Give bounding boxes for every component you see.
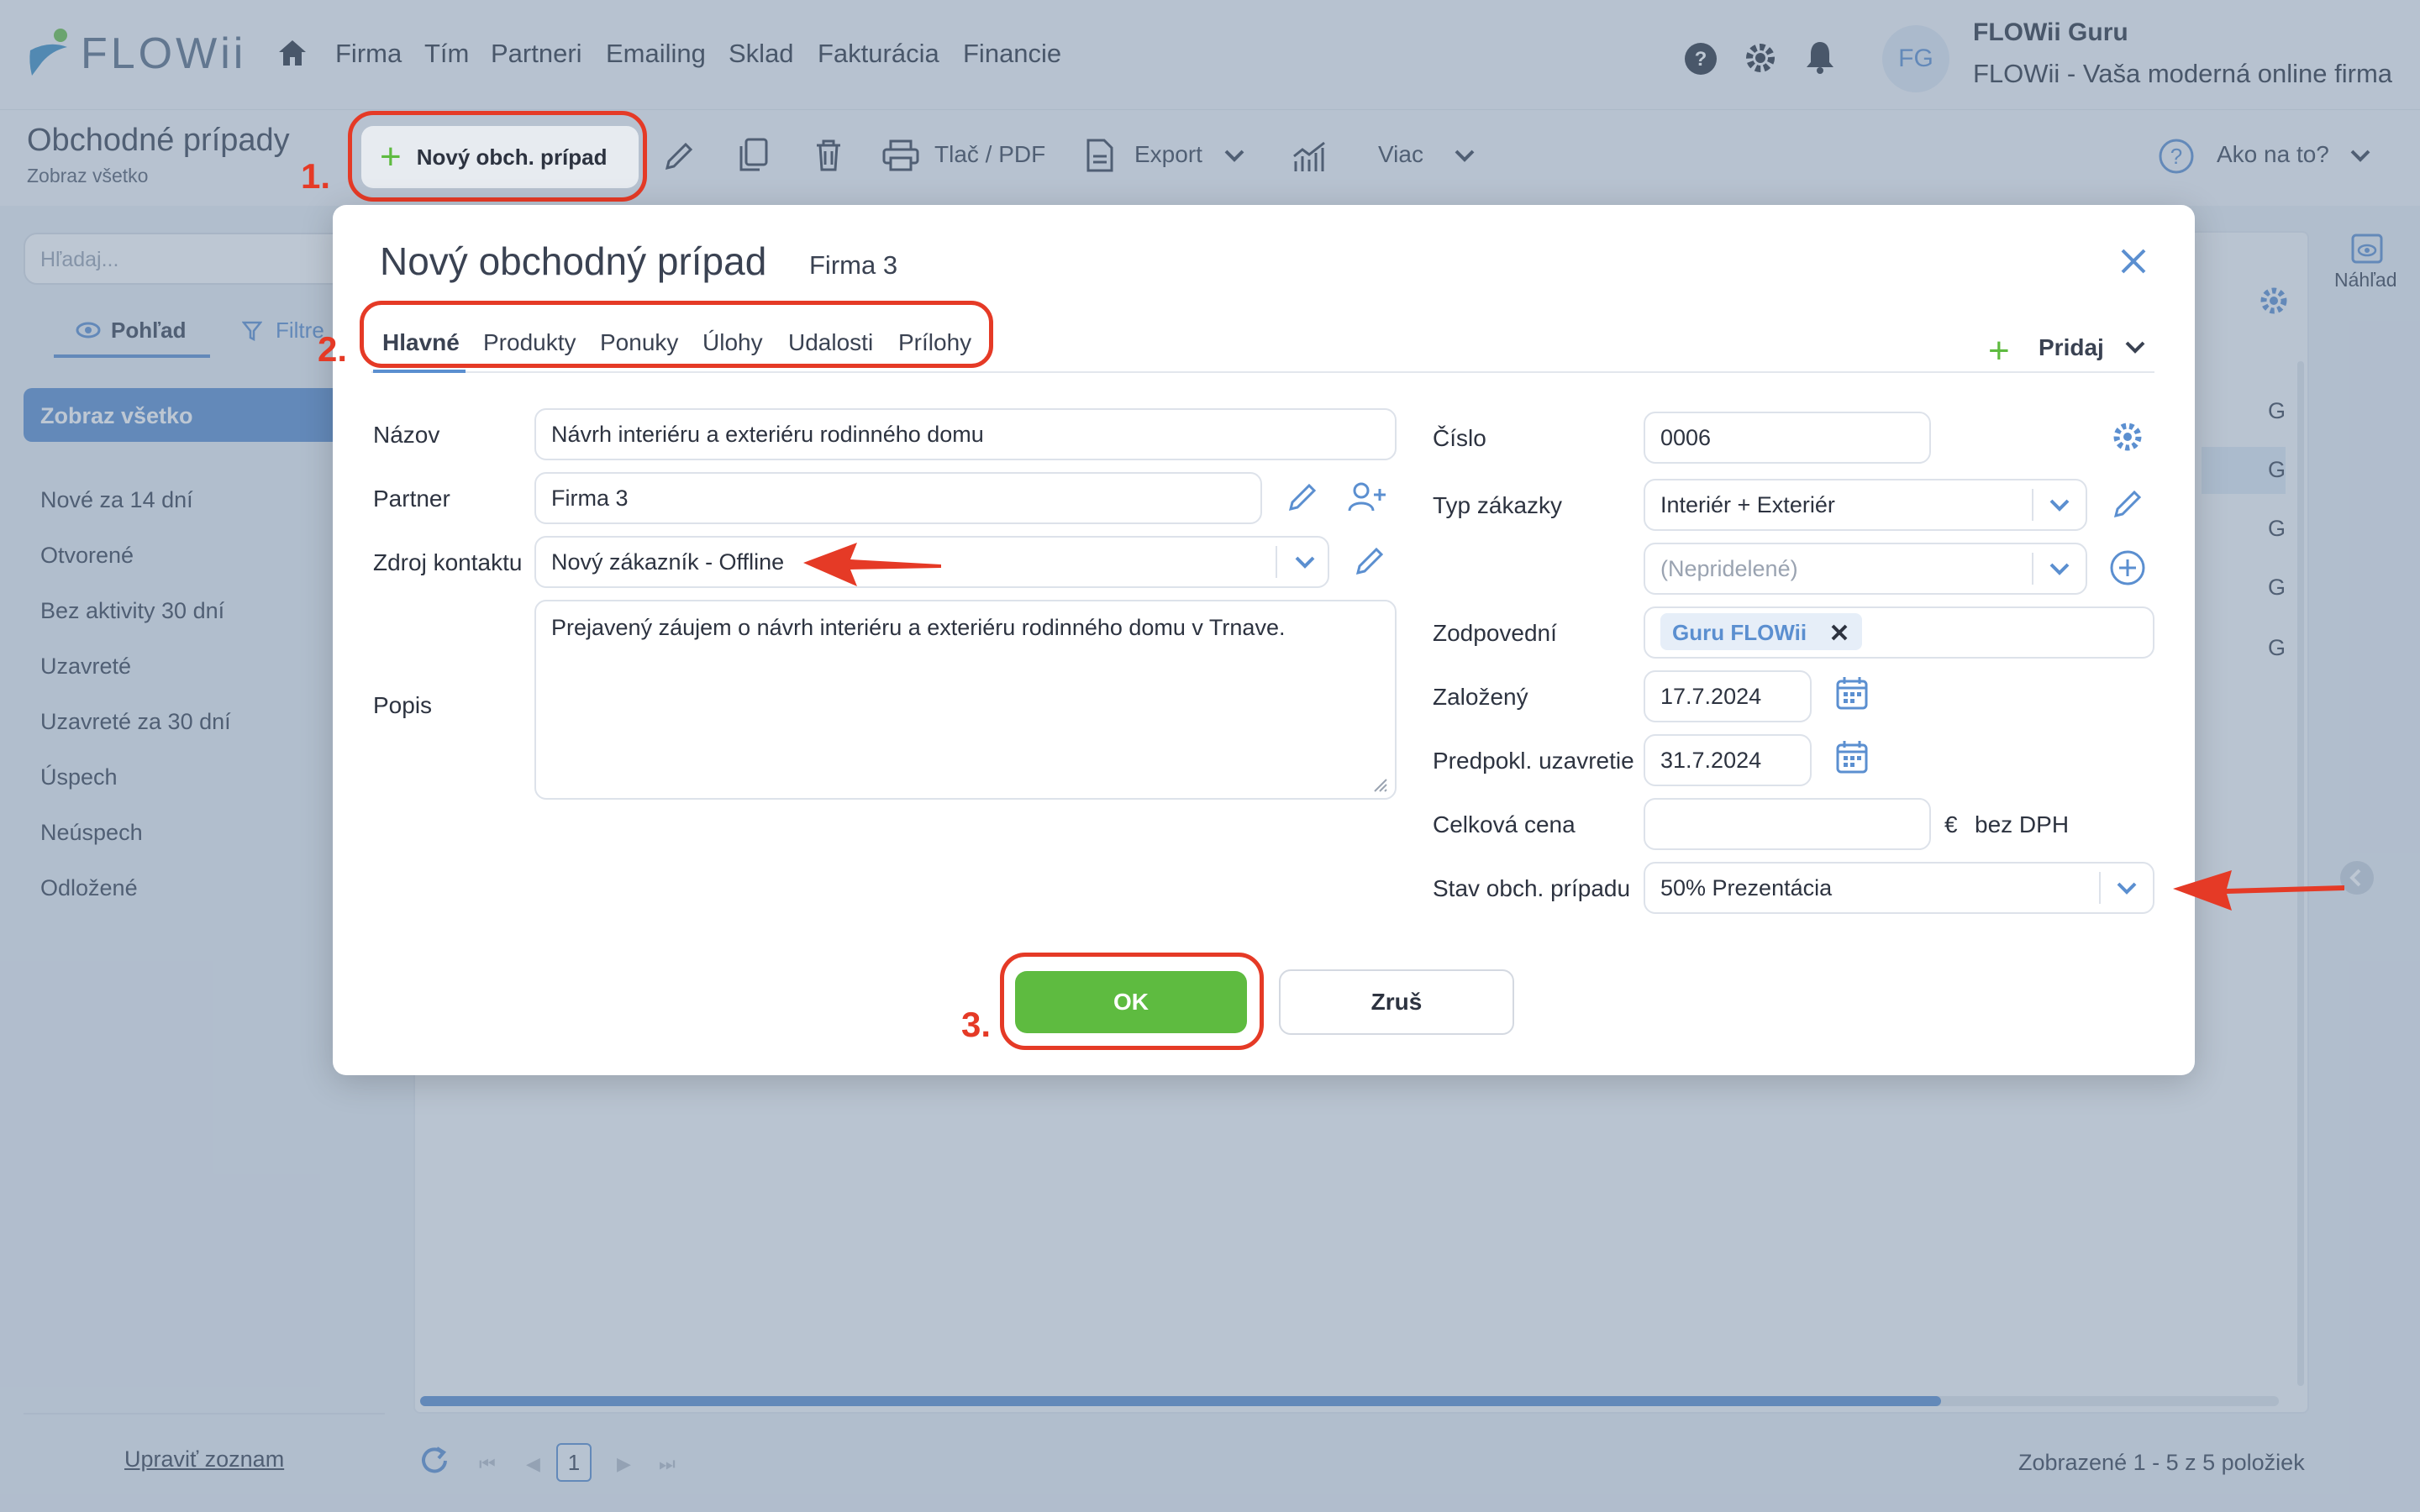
responsible-label: Zodpovední <box>1433 620 1557 646</box>
modal-title: Nový obchodný prípad <box>380 239 767 283</box>
vat-note: bez DPH <box>1975 811 2070 837</box>
select-divider <box>2032 489 2033 521</box>
select-divider <box>2099 872 2101 904</box>
add-circle-plus-icon[interactable] <box>2109 549 2146 586</box>
unassigned-select[interactable]: (Nepridelené) <box>1644 543 2087 595</box>
partner-edit-pencil-icon[interactable] <box>1286 480 1319 514</box>
chevron-down-icon <box>2049 563 2070 575</box>
deal-state-select[interactable]: 50% Prezentácia <box>1644 862 2154 914</box>
deal-state-value: 50% Prezentácia <box>1660 874 1833 900</box>
add-chevron-down-icon[interactable] <box>2124 339 2146 354</box>
number-label: Číslo <box>1433 425 1486 451</box>
select-divider <box>2032 553 2033 585</box>
deal-state-label: Stav obch. prípadu <box>1433 875 1631 901</box>
number-field[interactable]: 0006 <box>1644 412 1931 464</box>
source-edit-pencil-icon[interactable] <box>1353 544 1386 578</box>
order-type-select[interactable]: Interiér + Exteriér <box>1644 479 2087 531</box>
total-price-field[interactable] <box>1644 798 1931 850</box>
chevron-down-icon <box>2049 499 2070 512</box>
modal-firm: Firma 3 <box>809 250 898 280</box>
resize-handle-icon[interactable] <box>1371 776 1388 793</box>
total-price-label: Celková cena <box>1433 811 1576 837</box>
calendar-icon[interactable] <box>1835 675 1869 711</box>
source-label: Zdroj kontaktu <box>373 549 523 575</box>
annotation-arrow-state <box>2171 860 2348 916</box>
partner-field[interactable]: Firma 3 <box>534 472 1262 524</box>
created-date-field[interactable]: 17.7.2024 <box>1644 670 1812 722</box>
chevron-down-icon <box>2117 882 2137 895</box>
annotation-step-2: 2. <box>318 329 348 369</box>
annotation-highlight-new-button <box>348 111 647 202</box>
currency-label: € <box>1944 811 1958 837</box>
contact-source-value: Nový zákazník - Offline <box>551 549 785 575</box>
annotation-step-3: 3. <box>961 1005 992 1044</box>
responsible-tag-label: Guru FLOWii <box>1672 620 1807 645</box>
unassigned-placeholder: (Nepridelené) <box>1660 555 1798 581</box>
description-label: Popis <box>373 692 433 718</box>
close-icon[interactable] <box>2119 247 2148 276</box>
description-textarea[interactable]: Prejavený záujem o návrh interiéru a ext… <box>534 600 1397 800</box>
add-person-icon[interactable] <box>1348 480 1388 514</box>
expected-close-label: Predpokl. uzavretie <box>1433 748 1634 774</box>
partner-label: Partner <box>373 486 450 512</box>
select-divider <box>1276 546 1277 578</box>
calendar-icon[interactable] <box>1835 739 1869 774</box>
expected-close-date-field[interactable]: 31.7.2024 <box>1644 734 1812 786</box>
annotation-highlight-tabs <box>360 301 993 368</box>
remove-tag-close-icon[interactable] <box>1830 623 1849 642</box>
annotation-highlight-ok <box>1000 953 1264 1050</box>
annotation-arrow-source <box>802 534 944 590</box>
number-settings-gear-icon[interactable] <box>2109 418 2146 455</box>
name-label: Názov <box>373 422 440 448</box>
description-text: Prejavený záujem o návrh interiéru a ext… <box>551 615 1286 640</box>
cancel-button[interactable]: Zruš <box>1279 969 1514 1035</box>
active-tab-underline <box>373 370 466 373</box>
add-plus-icon[interactable]: + <box>1988 333 2010 370</box>
order-type-value: Interiér + Exteriér <box>1660 491 1835 517</box>
modal-tab-divider <box>371 371 2154 373</box>
order-type-edit-pencil-icon[interactable] <box>2111 487 2144 521</box>
annotation-step-1: 1. <box>301 156 331 196</box>
order-type-label: Typ zákazky <box>1433 492 1563 518</box>
chevron-down-icon <box>1295 556 1315 569</box>
add-button[interactable]: Pridaj <box>2039 334 2104 361</box>
created-label: Založený <box>1433 684 1528 710</box>
name-field[interactable]: Návrh interiéru a exteriéru rodinného do… <box>534 408 1397 460</box>
